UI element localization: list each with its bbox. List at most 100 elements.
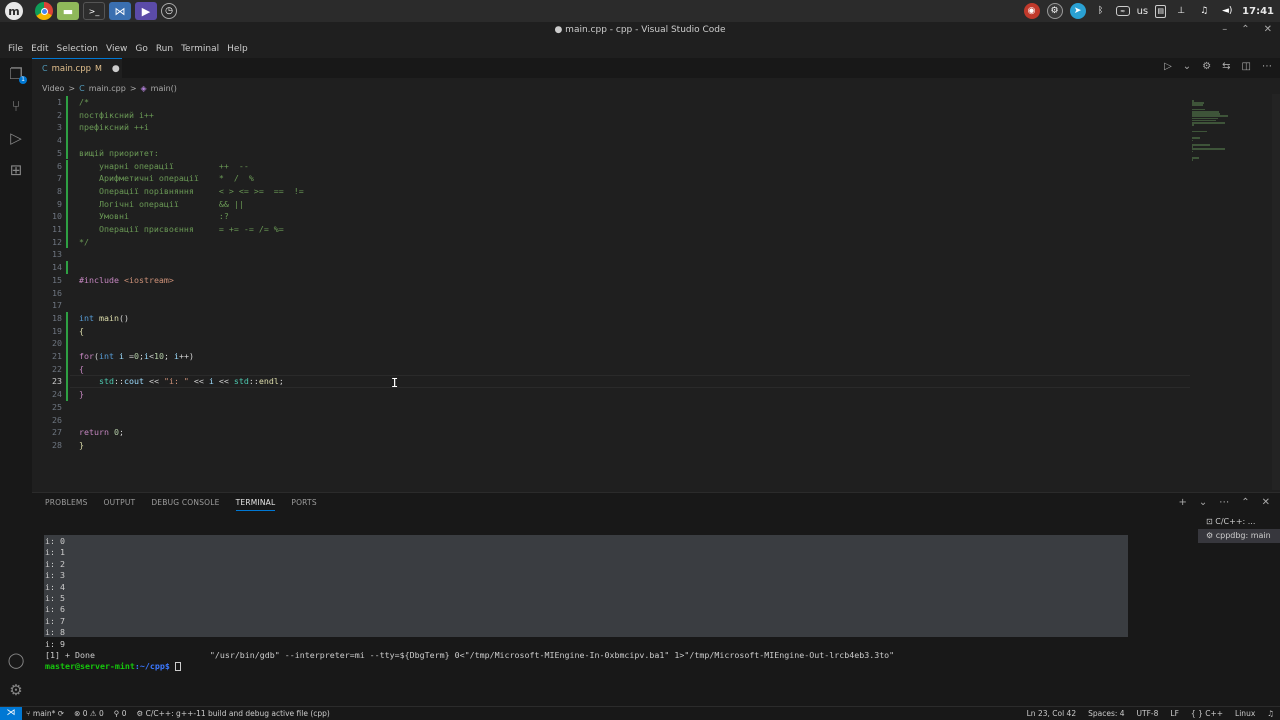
close-icon[interactable]: ✕: [1264, 24, 1272, 35]
code-line[interactable]: 17: [32, 299, 1192, 312]
terminal-prompt[interactable]: master@server-mint:~/cpp$: [45, 661, 181, 672]
compare-icon[interactable]: ⇆: [1222, 61, 1230, 72]
media-player-icon[interactable]: ▶: [135, 2, 157, 20]
music-icon[interactable]: ♫: [1196, 3, 1212, 19]
tab-output[interactable]: OUTPUT: [104, 498, 136, 511]
maximize-panel-icon[interactable]: ⌃: [1241, 497, 1249, 508]
breadcrumb-symbol[interactable]: main(): [151, 84, 177, 93]
code-line[interactable]: 21 for(int i =0;i<10; i++): [32, 350, 1192, 363]
code-line[interactable]: 23 std::cout << "i: " << i << std::endl;: [32, 375, 1192, 388]
code-line[interactable]: 3 префіксний ++i: [32, 121, 1192, 134]
code-line[interactable]: 13: [32, 248, 1192, 261]
network-tree-icon[interactable]: ⊥: [1173, 3, 1189, 19]
code-line[interactable]: 26: [32, 414, 1192, 427]
explorer-icon[interactable]: ❐ 1: [0, 58, 32, 90]
steam-icon[interactable]: ⚙: [1046, 3, 1063, 19]
menu-edit[interactable]: Edit: [27, 44, 52, 54]
code-line[interactable]: 16: [32, 287, 1192, 300]
indentation[interactable]: Spaces: 4: [1088, 708, 1124, 720]
code-line[interactable]: 2 постфіксний i++: [32, 109, 1192, 122]
code-line[interactable]: 14: [32, 261, 1192, 274]
keyboard-layout[interactable]: us: [1137, 6, 1149, 17]
run-file-icon[interactable]: ▷: [1164, 61, 1172, 72]
code-line[interactable]: 7 Арифметичні операції * / %: [32, 172, 1192, 185]
breadcrumb-file[interactable]: main.cpp: [89, 84, 126, 93]
code-line[interactable]: 27 return 0;: [32, 426, 1192, 439]
menu-run[interactable]: Run: [152, 44, 177, 54]
menu-selection[interactable]: Selection: [53, 44, 102, 54]
code-line[interactable]: 15 #include <iostream>: [32, 274, 1192, 287]
menu-terminal[interactable]: Terminal: [177, 44, 223, 54]
tab-terminal[interactable]: TERMINAL: [235, 498, 276, 511]
tab-debug-console[interactable]: DEBUG CONSOLE: [151, 498, 219, 511]
tab-problems[interactable]: PROBLEMS: [45, 498, 88, 511]
new-terminal-icon[interactable]: +: [1178, 497, 1186, 508]
minimize-icon[interactable]: –: [1222, 24, 1227, 35]
remote-indicator-icon[interactable]: ⋊: [0, 707, 22, 720]
menu-go[interactable]: Go: [131, 44, 151, 54]
code-line[interactable]: 9 Логічні операції && ||: [32, 198, 1192, 211]
code-line[interactable]: 24}: [32, 388, 1192, 401]
code-line[interactable]: 11 Операції присвоєння = += -= /= %=: [32, 223, 1192, 236]
notifications-bell-icon[interactable]: ♫: [1267, 708, 1274, 720]
run-debug-icon[interactable]: ▷: [0, 122, 32, 154]
tab-main-cpp[interactable]: C main.cpp M ●: [32, 58, 122, 78]
clock[interactable]: 17:41: [1242, 6, 1274, 17]
code-line[interactable]: 10 Умовні :?: [32, 210, 1192, 223]
code-editor[interactable]: 1 /* 2 постфіксний i++ 3 префіксний ++i 4 5 вищі…: [32, 94, 1280, 490]
code-line[interactable]: 5 вищій приоритет:: [32, 147, 1192, 160]
breadcrumb-folder[interactable]: Video: [42, 84, 64, 93]
source-control-icon[interactable]: ⑂: [0, 90, 32, 122]
more-actions-icon[interactable]: ⋯: [1219, 497, 1229, 508]
code-line[interactable]: 19 {: [32, 325, 1192, 338]
clipboard-icon[interactable]: ▤: [1155, 4, 1167, 18]
telegram-icon[interactable]: ➤: [1069, 3, 1086, 19]
code-line[interactable]: 6 унарні операції ++ --: [32, 160, 1192, 173]
tab-ports[interactable]: PORTS: [291, 498, 316, 511]
split-editor-icon[interactable]: ◫: [1242, 61, 1251, 72]
platform[interactable]: Linux: [1235, 708, 1255, 720]
timeshift-icon[interactable]: ◷: [161, 3, 177, 19]
menu-file[interactable]: File: [4, 44, 27, 54]
code-line[interactable]: 1 /*: [32, 96, 1192, 109]
minimap[interactable]: [1192, 94, 1272, 490]
account-icon[interactable]: ◯: [0, 644, 32, 676]
extensions-icon[interactable]: ⊞: [0, 154, 32, 186]
files-icon[interactable]: ▬: [57, 2, 79, 20]
network-icon[interactable]: ≈: [1115, 6, 1130, 16]
problems-count[interactable]: ⊗ 0 ⚠ 0: [74, 708, 104, 720]
editor-scrollbar[interactable]: [1272, 94, 1280, 490]
vscode-icon[interactable]: ⋈: [109, 2, 131, 20]
chevron-down-icon[interactable]: ⌄: [1199, 497, 1207, 508]
more-actions-icon[interactable]: ⋯: [1262, 61, 1272, 72]
cursor-position[interactable]: Ln 23, Col 42: [1027, 708, 1076, 720]
obs-icon[interactable]: ◉: [1023, 3, 1040, 19]
code-line[interactable]: 25: [32, 401, 1192, 414]
bluetooth-icon[interactable]: ᛒ: [1093, 3, 1109, 19]
manage-gear-icon[interactable]: ⚙: [0, 674, 32, 706]
code-line[interactable]: 28}: [32, 439, 1192, 452]
terminal-item-cppdbg[interactable]: ⚙ cppdbg: main: [1198, 529, 1280, 543]
ports-count[interactable]: ⚲ 0: [114, 708, 127, 720]
language-mode[interactable]: { } C++: [1191, 708, 1223, 720]
code-line[interactable]: 22 {: [32, 363, 1192, 376]
menu-help[interactable]: Help: [223, 44, 252, 54]
close-panel-icon[interactable]: ✕: [1262, 497, 1270, 508]
tab-dirty-dot[interactable]: ●: [112, 64, 120, 74]
code-line[interactable]: 8 Операції порівняння < > <= >= == !=: [32, 185, 1192, 198]
code-line[interactable]: 18 int main(): [32, 312, 1192, 325]
volume-icon[interactable]: ◄): [1219, 3, 1235, 19]
mint-menu-icon[interactable]: m: [5, 2, 23, 20]
git-branch[interactable]: ⑂ main* ⟳: [26, 708, 64, 720]
settings-gear-icon[interactable]: ⚙: [1202, 61, 1211, 72]
code-line[interactable]: 4: [32, 134, 1192, 147]
terminal-icon[interactable]: >_: [83, 2, 105, 20]
terminal-item-build[interactable]: ⊡ C/C++: ...: [1198, 515, 1280, 529]
chrome-icon[interactable]: [35, 2, 53, 20]
build-task[interactable]: ⚙ C/C++: g++-11 build and debug active f…: [136, 708, 329, 720]
code-line[interactable]: 20: [32, 337, 1192, 350]
encoding[interactable]: UTF-8: [1137, 708, 1159, 720]
maximize-icon[interactable]: ⌃: [1241, 24, 1249, 35]
menu-view[interactable]: View: [102, 44, 131, 54]
code-line[interactable]: 12 */: [32, 236, 1192, 249]
